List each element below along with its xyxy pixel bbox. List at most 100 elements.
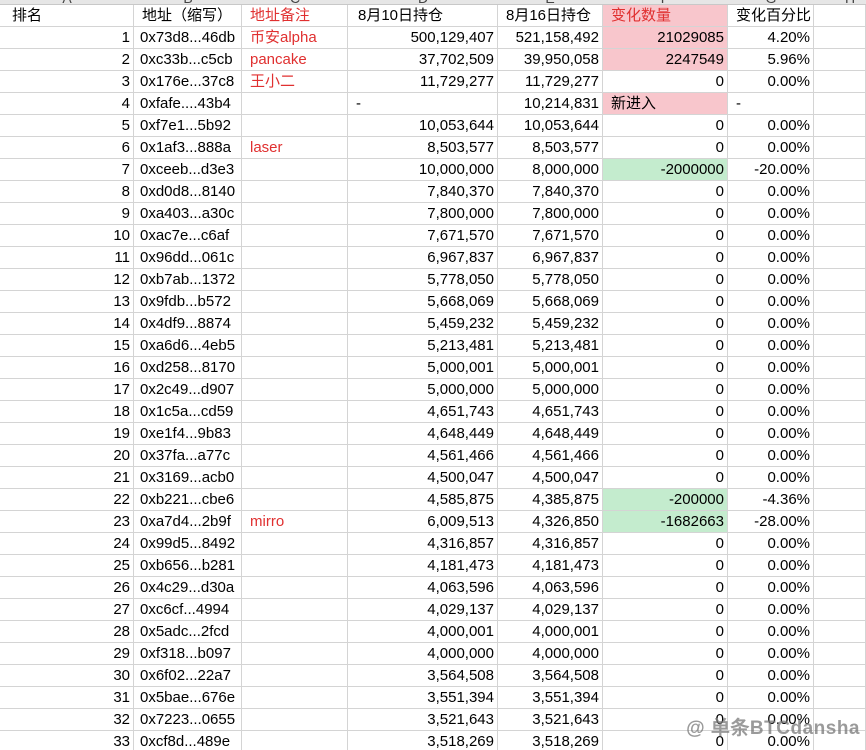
rank-cell[interactable]: 16 [0, 357, 134, 379]
change-amount-cell[interactable]: 0 [603, 357, 728, 379]
rank-cell[interactable]: 8 [0, 181, 134, 203]
aug10-holding-cell[interactable]: 3,521,643 [348, 709, 498, 731]
note-cell[interactable] [242, 467, 348, 489]
change-percent-cell[interactable]: 0.00% [728, 203, 814, 225]
address-cell[interactable]: 0xe1f4...9b83 [134, 423, 242, 445]
empty-cell[interactable] [814, 5, 866, 27]
rank-cell[interactable]: 22 [0, 489, 134, 511]
note-cell[interactable] [242, 445, 348, 467]
change-percent-cell[interactable]: 0.00% [728, 599, 814, 621]
empty-cell[interactable] [814, 379, 866, 401]
aug16-holding-cell[interactable]: 4,561,466 [498, 445, 603, 467]
empty-cell[interactable] [814, 181, 866, 203]
empty-cell[interactable] [814, 621, 866, 643]
address-cell[interactable]: 0xac7e...c6af [134, 225, 242, 247]
note-cell[interactable] [242, 643, 348, 665]
address-cell[interactable]: 0x7223...0655 [134, 709, 242, 731]
change-percent-cell[interactable]: - [728, 93, 814, 115]
aug10-holding-cell[interactable]: 7,671,570 [348, 225, 498, 247]
address-cell[interactable]: 0xa7d4...2b9f [134, 511, 242, 533]
change-amount-cell[interactable]: 0 [603, 71, 728, 93]
aug16-holding-cell[interactable]: 4,000,001 [498, 621, 603, 643]
note-cell[interactable] [242, 599, 348, 621]
address-cell[interactable]: 0xd258...8170 [134, 357, 242, 379]
note-cell[interactable] [242, 423, 348, 445]
aug10-holding-cell[interactable]: 37,702,509 [348, 49, 498, 71]
change-percent-cell[interactable]: 0.00% [728, 71, 814, 93]
empty-cell[interactable] [814, 533, 866, 555]
change-amount-cell[interactable]: 0 [603, 181, 728, 203]
aug10-holding-cell[interactable]: 6,967,837 [348, 247, 498, 269]
change-percent-cell[interactable]: 0.00% [728, 555, 814, 577]
rank-cell[interactable]: 1 [0, 27, 134, 49]
note-cell[interactable] [242, 357, 348, 379]
note-cell[interactable] [242, 379, 348, 401]
change-amount-cell[interactable]: -2000000 [603, 159, 728, 181]
empty-cell[interactable] [814, 115, 866, 137]
change-percent-cell[interactable]: 0.00% [728, 357, 814, 379]
change-percent-cell[interactable]: 0.00% [728, 687, 814, 709]
empty-cell[interactable] [814, 159, 866, 181]
change-amount-cell[interactable]: 0 [603, 555, 728, 577]
empty-cell[interactable] [814, 665, 866, 687]
aug10-holding-cell[interactable]: 3,551,394 [348, 687, 498, 709]
aug10-holding-cell[interactable]: 11,729,277 [348, 71, 498, 93]
note-cell[interactable] [242, 93, 348, 115]
note-cell[interactable] [242, 731, 348, 750]
rank-cell[interactable]: 6 [0, 137, 134, 159]
address-cell[interactable]: 0x9fdb...b572 [134, 291, 242, 313]
change-amount-cell[interactable]: 0 [603, 643, 728, 665]
empty-cell[interactable] [814, 555, 866, 577]
rank-cell[interactable]: 13 [0, 291, 134, 313]
note-cell[interactable] [242, 335, 348, 357]
empty-cell[interactable] [814, 423, 866, 445]
aug10-holding-cell[interactable]: 5,000,000 [348, 379, 498, 401]
aug10-holding-cell[interactable]: 10,053,644 [348, 115, 498, 137]
change-amount-cell[interactable]: 新进入 [603, 93, 728, 115]
rank-cell[interactable]: 20 [0, 445, 134, 467]
aug16-holding-cell[interactable]: 4,316,857 [498, 533, 603, 555]
aug16-holding-cell[interactable]: 3,521,643 [498, 709, 603, 731]
address-cell[interactable]: 0x99d5...8492 [134, 533, 242, 555]
change-amount-cell[interactable]: 0 [603, 577, 728, 599]
empty-cell[interactable] [814, 247, 866, 269]
address-cell[interactable]: 0x4df9...8874 [134, 313, 242, 335]
aug10-holding-cell[interactable]: 4,585,875 [348, 489, 498, 511]
change-amount-cell[interactable]: 0 [603, 687, 728, 709]
aug16-holding-cell[interactable]: 3,518,269 [498, 731, 603, 750]
empty-cell[interactable] [814, 687, 866, 709]
rank-cell[interactable]: 9 [0, 203, 134, 225]
address-cell[interactable]: 0x96dd...061c [134, 247, 242, 269]
change-amount-cell[interactable]: 0 [603, 115, 728, 137]
address-cell[interactable]: 0xb221...cbe6 [134, 489, 242, 511]
address-cell[interactable]: 0x5adc...2fcd [134, 621, 242, 643]
rank-cell[interactable]: 14 [0, 313, 134, 335]
change-percent-cell[interactable]: 0.00% [728, 115, 814, 137]
address-cell[interactable]: 0x5bae...676e [134, 687, 242, 709]
address-cell[interactable]: 0x1c5a...cd59 [134, 401, 242, 423]
address-cell[interactable]: 0x73d8...46db [134, 27, 242, 49]
change-amount-cell[interactable]: 0 [603, 467, 728, 489]
note-cell[interactable] [242, 159, 348, 181]
note-cell[interactable] [242, 555, 348, 577]
rank-cell[interactable]: 23 [0, 511, 134, 533]
aug10-holding-cell[interactable]: 4,561,466 [348, 445, 498, 467]
aug16-holding-cell[interactable]: 521,158,492 [498, 27, 603, 49]
rank-cell[interactable]: 33 [0, 731, 134, 750]
note-cell[interactable]: 王小二 [242, 71, 348, 93]
change-amount-cell[interactable]: 0 [603, 621, 728, 643]
empty-cell[interactable] [814, 93, 866, 115]
address-cell[interactable]: 0x176e...37c8 [134, 71, 242, 93]
address-cell[interactable]: 0xcf8d...489e [134, 731, 242, 750]
address-cell[interactable]: 0xf318...b097 [134, 643, 242, 665]
aug10-holding-cell[interactable]: 5,778,050 [348, 269, 498, 291]
empty-cell[interactable] [814, 445, 866, 467]
change-amount-cell[interactable]: 0 [603, 401, 728, 423]
address-cell[interactable]: 0xa403...a30c [134, 203, 242, 225]
header-rank-cell[interactable]: 排名 [0, 5, 134, 27]
aug10-holding-cell[interactable]: 5,668,069 [348, 291, 498, 313]
empty-cell[interactable] [814, 71, 866, 93]
change-amount-cell[interactable]: 0 [603, 269, 728, 291]
aug10-holding-cell[interactable]: 4,500,047 [348, 467, 498, 489]
change-percent-cell[interactable]: 0.00% [728, 423, 814, 445]
